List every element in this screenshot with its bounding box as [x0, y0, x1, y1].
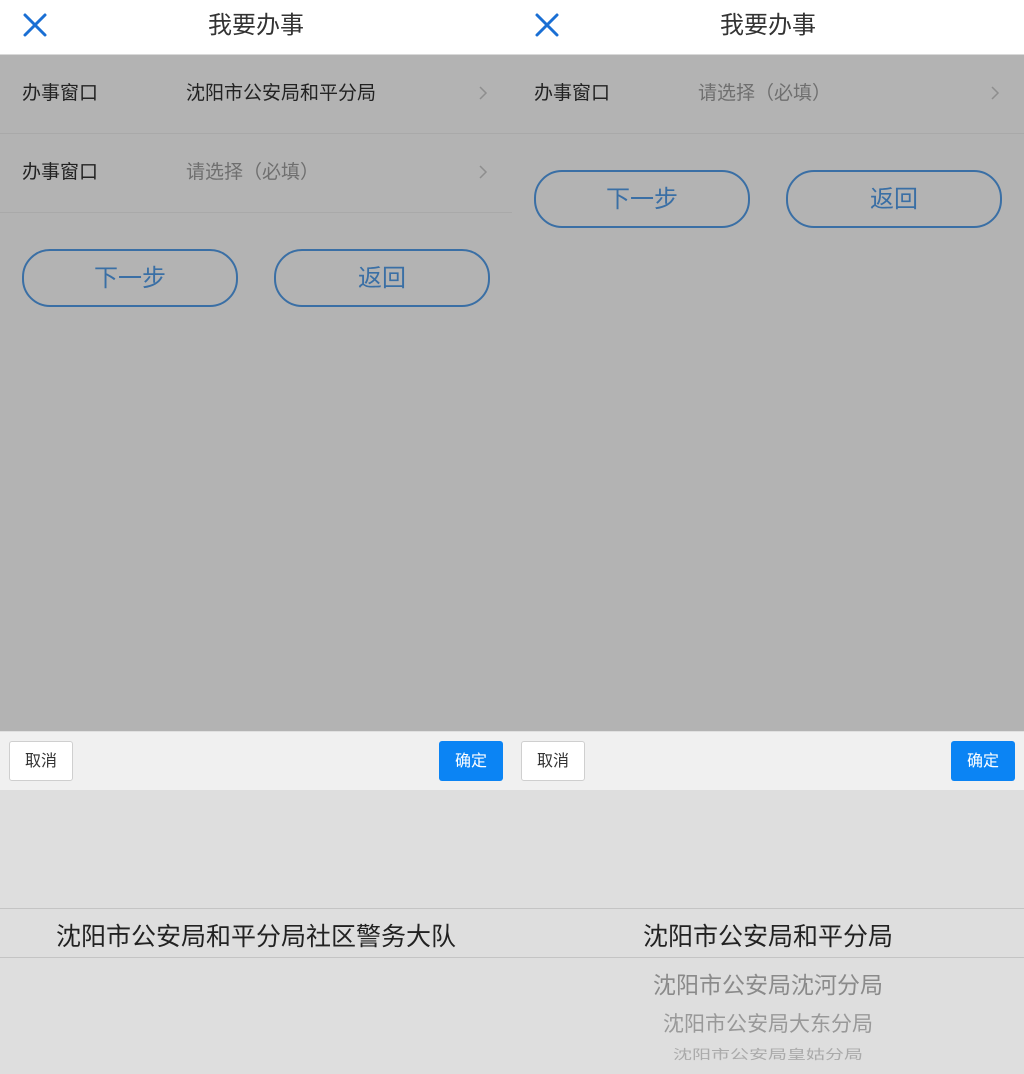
picker-wheel[interactable]: 沈阳市公安局和平分局社区警务大队 — [0, 790, 512, 1074]
selection-line-bottom — [0, 957, 512, 958]
picker-option[interactable]: 沈阳市公安局大东分局 — [512, 1008, 1024, 1038]
chevron-right-icon — [991, 86, 1000, 100]
picker-toolbar: 取消 确定 — [512, 731, 1024, 790]
row-placeholder: 请选择（必填） — [698, 82, 832, 104]
row-value: 沈阳市公安局和平分局 — [186, 82, 377, 104]
cancel-button[interactable]: 取消 — [521, 741, 585, 781]
row-label: 办事窗口 — [534, 82, 611, 104]
form-row-service-window[interactable]: 办事窗口 请选择（必填） — [512, 55, 1024, 134]
next-step-button[interactable]: 下一步 — [534, 170, 750, 228]
back-button[interactable]: 返回 — [274, 249, 490, 307]
chevron-right-icon — [479, 165, 488, 179]
chevron-right-icon — [479, 86, 488, 100]
page-title: 我要办事 — [720, 11, 816, 39]
right-screen: 我要办事 办事窗口 请选择（必填） 下一步 返回 取消 确定 沈阳市公安局和平分… — [512, 0, 1024, 1074]
back-button[interactable]: 返回 — [786, 170, 1002, 228]
page-title: 我要办事 — [208, 11, 304, 39]
confirm-button[interactable]: 确定 — [439, 741, 503, 781]
selection-line-top — [0, 908, 512, 909]
row-label: 办事窗口 — [22, 161, 99, 183]
selection-line-top — [512, 908, 1024, 909]
form-row-service-window[interactable]: 办事窗口 沈阳市公安局和平分局 — [0, 55, 512, 134]
cancel-button[interactable]: 取消 — [9, 741, 73, 781]
confirm-button[interactable]: 确定 — [951, 741, 1015, 781]
picker-wheel[interactable]: 沈阳市公安局和平分局 沈阳市公安局沈河分局 沈阳市公安局大东分局 沈阳市公安局皇… — [512, 790, 1024, 1074]
picker-option[interactable]: 沈阳市公安局皇姑分局 — [512, 1044, 1024, 1063]
form-row-service-window-2[interactable]: 办事窗口 请选择（必填） — [0, 134, 512, 213]
picker-option-selected[interactable]: 沈阳市公安局和平分局社区警务大队 — [0, 917, 512, 953]
selection-line-bottom — [512, 957, 1024, 958]
picker-toolbar: 取消 确定 — [0, 731, 512, 790]
header: 我要办事 — [0, 0, 512, 55]
dimmed-form: 办事窗口 请选择（必填） 下一步 返回 — [512, 55, 1024, 731]
picker-option-selected[interactable]: 沈阳市公安局和平分局 — [512, 917, 1024, 953]
row-label: 办事窗口 — [22, 82, 99, 104]
row-placeholder: 请选择（必填） — [186, 161, 320, 183]
dimmed-form: 办事窗口 沈阳市公安局和平分局 办事窗口 请选择（必填） 下一步 返回 — [0, 55, 512, 731]
next-step-button[interactable]: 下一步 — [22, 249, 238, 307]
header: 我要办事 — [512, 0, 1024, 55]
left-screen: 我要办事 办事窗口 沈阳市公安局和平分局 办事窗口 请选择（必填） 下一步 返回… — [0, 0, 512, 1074]
picker-option[interactable]: 沈阳市公安局沈河分局 — [512, 966, 1024, 1000]
